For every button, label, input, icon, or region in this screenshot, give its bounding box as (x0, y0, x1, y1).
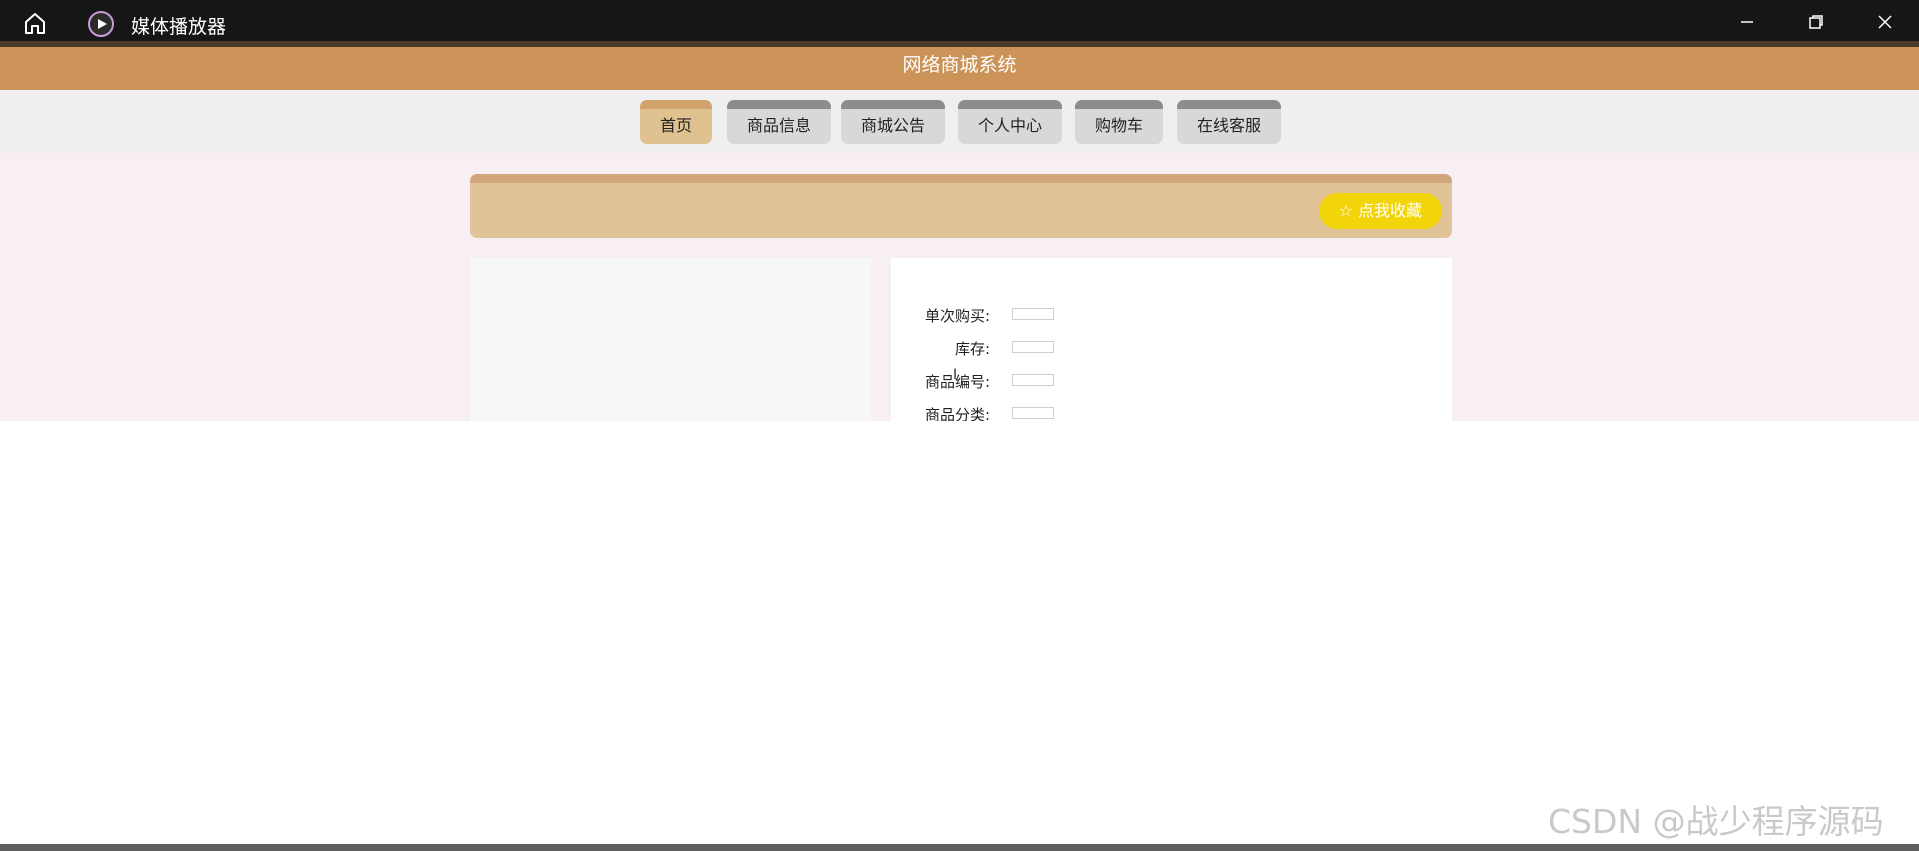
product-details: 单次购买: 库存: 商品编号: 商品分类: (891, 258, 1452, 421)
field-label: 商品编号: (924, 373, 990, 391)
field-value (1012, 308, 1054, 320)
play-circle-icon (88, 11, 114, 37)
minimize-icon[interactable] (1735, 10, 1759, 34)
nav-cart[interactable]: 购物车 (1075, 100, 1163, 144)
product-banner: ☆ 点我收藏 (470, 174, 1452, 238)
nav-home[interactable]: 首页 (640, 100, 712, 144)
window-titlebar: 媒体播放器 (0, 0, 1919, 41)
nav-product-info[interactable]: 商品信息 (727, 100, 831, 144)
nav-personal-center[interactable]: 个人中心 (958, 100, 1062, 144)
nav-customer-service[interactable]: 在线客服 (1177, 100, 1281, 144)
home-icon[interactable] (22, 10, 48, 36)
field-stock: 库存: (891, 338, 1191, 358)
window-title: 媒体播放器 (131, 16, 227, 38)
watermark: CSDN @战少程序源码 (1548, 802, 1884, 841)
field-label: 商品分类: (924, 406, 990, 421)
field-product-number: 商品编号: (891, 371, 1191, 391)
field-value (1012, 374, 1054, 386)
site-header: 网络商城系统 (0, 47, 1919, 90)
bottom-edge (0, 844, 1919, 851)
main-nav: 首页 商品信息 商城公告 个人中心 购物车 在线客服 (0, 90, 1919, 153)
field-label: 库存: (954, 340, 990, 358)
nav-announcements[interactable]: 商城公告 (841, 100, 945, 144)
text-cursor-icon: I (953, 367, 958, 383)
webpage: 网络商城系统 首页 商品信息 商城公告 个人中心 购物车 在线客服 ☆ 点我收藏… (0, 47, 1919, 421)
field-value (1012, 341, 1054, 353)
site-title: 网络商城系统 (902, 54, 1017, 76)
field-label: 单次购买: (924, 307, 990, 325)
restore-icon[interactable] (1804, 10, 1828, 34)
field-value (1012, 407, 1054, 419)
favorite-button[interactable]: ☆ 点我收藏 (1318, 193, 1442, 229)
close-icon[interactable] (1873, 10, 1897, 34)
field-single-purchase: 单次购买: (891, 305, 1191, 325)
product-image-area (470, 258, 871, 421)
field-product-category: 商品分类: (891, 404, 1191, 421)
